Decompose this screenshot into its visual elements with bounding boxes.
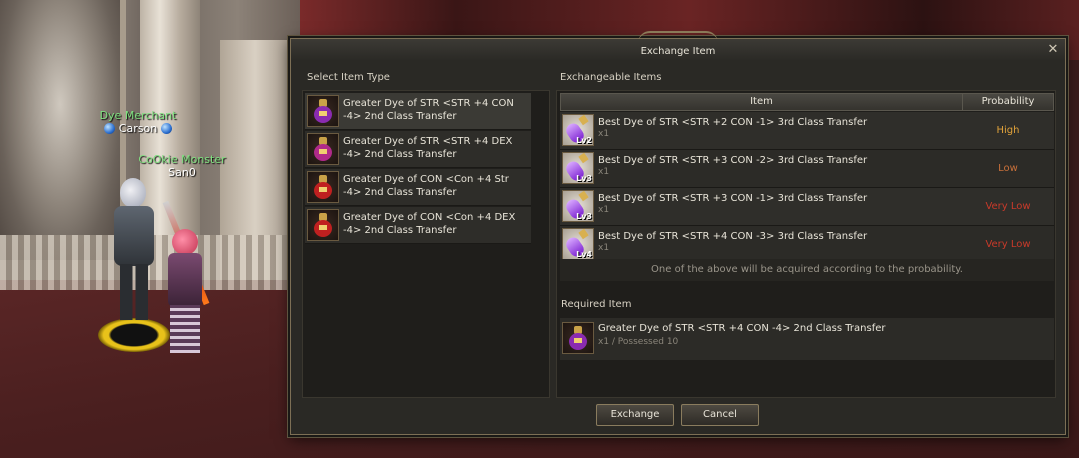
probability-note: One of the above will be acquired accord… [560,259,1054,281]
player-title: CoOkie Monster [138,153,226,166]
dye-potion-icon [307,171,339,203]
probability-value: High [996,125,1020,136]
column-header-probability: Probability [981,96,1035,107]
item-name: Best Dye of STR <STR +3 CON -1> 3rd Clas… [598,193,868,204]
npc-title: Dye Merchant [99,109,177,122]
dye-vial-icon: Lv4 [562,228,594,260]
dye-potion-icon [307,209,339,241]
exchange-button[interactable]: Exchange [596,404,674,426]
item-type-entry[interactable]: Greater Dye of STR <STR +4 DEX -4> 2nd C… [305,131,531,168]
exchange-item-dialog: Exchange Item ✕ Select Item Type Exchang… [290,31,1066,435]
dye-merchant-character[interactable] [110,178,160,328]
required-item-name: Greater Dye of STR <STR +4 CON -4> 2nd C… [598,323,886,334]
blue-orb-icon [160,123,172,134]
item-name: Best Dye of STR <STR +3 CON -2> 3rd Clas… [598,155,868,166]
select-item-type-label: Select Item Type [307,72,390,83]
item-type-entry[interactable]: Greater Dye of CON <Con +4 Str -4> 2nd C… [305,169,531,206]
item-type-label: Greater Dye of STR <STR +4 DEX -4> 2nd C… [343,136,513,160]
item-type-label: Greater Dye of CON <Con +4 Str -4> 2nd C… [343,174,509,198]
item-name: Best Dye of STR <STR +4 CON -3> 3rd Clas… [598,231,868,242]
dye-potion-icon [307,95,339,127]
item-quantity: x1 [598,205,610,215]
dye-vial-icon: Lv2 [562,114,594,146]
item-type-list: Greater Dye of STR <STR +4 CON -4> 2nd C… [302,90,550,398]
item-name: Best Dye of STR <STR +2 CON -1> 3rd Clas… [598,117,868,128]
player-character[interactable] [160,225,210,355]
table-header: Item Probability [560,93,1054,111]
cancel-button[interactable]: Cancel [681,404,759,426]
dialog-title[interactable]: Exchange Item [291,39,1065,61]
probability-value: Very Low [985,201,1031,212]
close-icon[interactable]: ✕ [1047,43,1059,56]
player-nameplate: CoOkie Monster San0 [136,153,228,179]
npc-name: Carson [118,122,158,135]
npc-nameplate[interactable]: Dye Merchant Carson [98,109,178,135]
required-item-label: Required Item [561,299,632,310]
item-quantity: x1 [598,167,610,177]
required-item-quantity: x1 / Possessed 10 [598,337,679,347]
table-row[interactable]: Lv2 Best Dye of STR <STR +2 CON -1> 3rd … [560,112,1054,150]
item-type-entry[interactable]: Greater Dye of CON <Con +4 DEX -4> 2nd C… [305,207,531,244]
item-quantity: x1 [598,243,610,253]
item-type-label: Greater Dye of CON <Con +4 DEX -4> 2nd C… [343,212,516,236]
table-row[interactable]: Lv3 Best Dye of STR <STR +3 CON -1> 3rd … [560,188,1054,226]
dye-potion-icon [307,133,339,165]
item-quantity: x1 [598,129,610,139]
item-type-entry[interactable]: Greater Dye of STR <STR +4 CON -4> 2nd C… [305,93,531,130]
exchangeable-items-label: Exchangeable Items [560,72,662,83]
dye-potion-icon [562,322,594,354]
item-type-label: Greater Dye of STR <STR +4 CON -4> 2nd C… [343,98,514,122]
table-row[interactable]: Lv3 Best Dye of STR <STR +3 CON -2> 3rd … [560,150,1054,188]
probability-value: Low [998,163,1018,174]
column-header-item: Item [561,94,963,110]
required-item-box[interactable]: Greater Dye of STR <STR +4 CON -4> 2nd C… [560,318,1054,360]
probability-value: Very Low [985,239,1031,250]
dye-vial-icon: Lv3 [562,152,594,184]
blue-orb-icon [104,123,116,134]
dye-vial-icon: Lv3 [562,190,594,222]
exchangeable-items-panel: Item Probability Lv2 Best Dye of STR <ST… [556,90,1056,398]
npc-name-row: Carson [98,122,178,135]
